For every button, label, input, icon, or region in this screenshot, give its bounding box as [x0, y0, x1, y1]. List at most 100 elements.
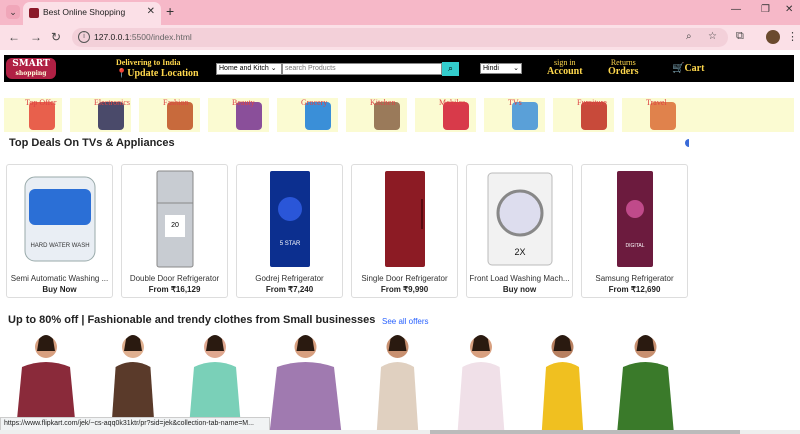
product-image: HARD WATER WASH [24, 176, 95, 262]
back-icon[interactable]: ← [8, 30, 20, 44]
fashion-image[interactable] [450, 331, 512, 434]
category-divider [476, 98, 484, 132]
address-bar[interactable]: i 127.0.0.1:5500/index.html ⌕ ☆ [72, 28, 728, 47]
bookmark-star-icon[interactable]: ☆ [708, 31, 717, 42]
category-strip: Top Offer Electronics Fashion Beauty Grocery… [4, 98, 794, 132]
tab-best-online-shopping[interactable]: Best Online Shopping ✕ [23, 2, 161, 25]
fashion-image[interactable] [370, 331, 425, 434]
deals-title: Top Deals On TVs & Appliances [9, 137, 175, 149]
category-label: TVs [508, 98, 522, 107]
search-input[interactable]: search Products [282, 63, 442, 75]
category-item[interactable]: Grocery [283, 98, 345, 132]
deal-card[interactable]: Single Door Refrigerator From ₹9,990 [351, 164, 458, 298]
close-tab-icon[interactable]: ✕ [147, 6, 155, 17]
deal-card[interactable]: 2X Front Load Washing Mach... Buy now [466, 164, 573, 298]
category-divider [200, 98, 208, 132]
svg-text:20: 20 [171, 222, 179, 229]
product-price: From ₹9,990 [380, 285, 429, 294]
product-image: 20 [156, 170, 193, 268]
product-name: Double Door Refrigerator [129, 274, 220, 283]
new-tab-icon[interactable]: + [166, 4, 174, 18]
category-item[interactable]: Electronics [76, 98, 138, 132]
location-pin-icon: 📍 [116, 68, 128, 78]
category-item[interactable]: Fashion [145, 98, 207, 132]
svg-text:5 STAR: 5 STAR [279, 241, 300, 247]
deal-card[interactable]: 20 Double Door Refrigerator From ₹16,129 [121, 164, 228, 298]
category-item[interactable]: Mobiles [421, 98, 483, 132]
reload-icon[interactable]: ↻ [51, 30, 61, 44]
category-label: Top Offer [25, 98, 57, 107]
category-label: Grocery [301, 98, 328, 107]
account-link[interactable]: sign in Account [547, 58, 583, 77]
tab-strip: ⌄ Best Online Shopping ✕ + — ❐ ✕ [0, 0, 800, 25]
site-logo[interactable]: SMART shopping [6, 58, 56, 79]
category-divider [131, 98, 139, 132]
deal-card[interactable]: HARD WATER WASH Semi Automatic Washing ..… [6, 164, 113, 298]
browser-toolbar: ← → ↻ i 127.0.0.1:5500/index.html ⌕ ☆ ⧉ … [0, 25, 800, 50]
category-divider [545, 98, 553, 132]
product-price: From ₹16,129 [148, 285, 201, 294]
product-image: 2X [487, 172, 552, 266]
cart-link[interactable]: 🛒Cart [672, 63, 704, 74]
category-divider [269, 98, 277, 132]
product-name: Godrej Refrigerator [255, 274, 324, 283]
category-item[interactable]: Travel [628, 98, 690, 132]
category-item[interactable]: TVs [490, 98, 552, 132]
language-select[interactable]: Hindi ⌄ [480, 63, 522, 74]
product-image: 5 STAR [269, 171, 310, 267]
fashion-image[interactable] [535, 331, 590, 434]
deal-card[interactable]: 5 STAR Godrej Refrigerator From ₹7,240 [236, 164, 343, 298]
web-page: SMART shopping Delivering to India 📍Updat… [0, 50, 800, 434]
orders-link[interactable]: Returns Orders [608, 58, 639, 77]
product-name: Front Load Washing Mach... [469, 274, 570, 283]
see-all-offers-link[interactable]: See all offers [382, 317, 429, 326]
minimize-icon[interactable]: — [731, 4, 741, 15]
menu-kebab-icon[interactable]: ⋮ [787, 30, 798, 43]
product-name: Samsung Refrigerator [595, 274, 674, 283]
category-select[interactable]: Home and Kitch ⌄ [216, 63, 282, 75]
category-label: Mobiles [439, 98, 466, 107]
category-label: Beauty [232, 98, 255, 107]
category-label: Furniture [577, 98, 607, 107]
favicon-icon [29, 8, 39, 18]
tab-search-dropdown-icon[interactable]: ⌄ [6, 5, 20, 19]
category-item[interactable]: Beauty [214, 98, 276, 132]
category-item[interactable]: Furniture [559, 98, 621, 132]
fashion-title: Up to 80% off | Fashionable and trendy c… [8, 314, 376, 326]
fashion-image[interactable] [608, 331, 683, 434]
site-info-icon[interactable]: i [78, 31, 90, 43]
product-price: Buy Now [42, 285, 77, 294]
site-header: SMART shopping Delivering to India 📍Updat… [4, 55, 794, 82]
product-image: DIGITAL [616, 171, 653, 267]
deliver-location[interactable]: Delivering to India 📍Update Location [116, 57, 199, 79]
category-item[interactable]: Kitchen [352, 98, 414, 132]
product-image [384, 171, 425, 267]
profile-avatar[interactable] [766, 30, 780, 44]
svg-text:HARD WATER WASH: HARD WATER WASH [30, 243, 89, 249]
maximize-icon[interactable]: ❐ [761, 4, 770, 15]
window-close-icon[interactable]: ✕ [785, 4, 793, 15]
category-label: Kitchen [370, 98, 396, 107]
scrollbar-thumb[interactable] [430, 430, 740, 434]
status-bar-url: https://www.flipkart.com/jek/~cs-aqq0k31… [0, 417, 270, 431]
category-divider [338, 98, 346, 132]
category-item[interactable]: Top Offer [7, 98, 69, 132]
deal-card[interactable]: DIGITAL Samsung Refrigerator From ₹12,690 [581, 164, 688, 298]
extensions-icon[interactable]: ⧉ [736, 30, 744, 43]
product-price: From ₹12,690 [608, 285, 661, 294]
product-name: Semi Automatic Washing ... [10, 274, 109, 283]
forward-icon[interactable]: → [30, 30, 42, 44]
url-text[interactable]: 127.0.0.1:5500/index.html [94, 32, 192, 42]
search-icon[interactable]: ⌕ [442, 62, 459, 76]
product-price: Buy now [502, 285, 537, 294]
svg-text:2X: 2X [514, 247, 525, 257]
category-label: Electronics [94, 98, 130, 107]
svg-text:DIGITAL: DIGITAL [625, 243, 644, 249]
category-divider [407, 98, 415, 132]
scroll-indicator[interactable] [685, 139, 689, 147]
zoom-icon[interactable]: ⌕ [686, 31, 692, 42]
deliver-line1: Delivering to India [116, 58, 181, 67]
cart-icon: 🛒 [672, 63, 685, 74]
category-divider [614, 98, 622, 132]
fashion-image[interactable] [258, 331, 353, 434]
